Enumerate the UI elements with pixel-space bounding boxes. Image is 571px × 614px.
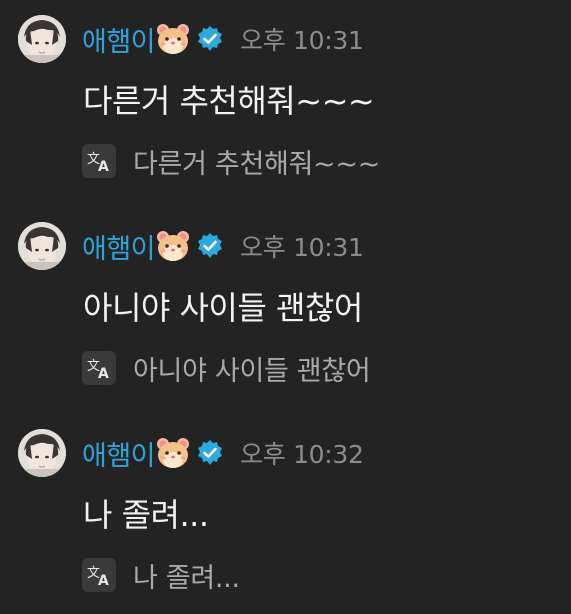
timestamp: 오후 10:31 — [240, 233, 364, 262]
translation-row[interactable]: 文 A 다른거 추천해줘~~~ — [82, 142, 380, 180]
message-text: 다른거 추천해줘~~~ — [83, 82, 375, 120]
avatar[interactable] — [18, 15, 66, 63]
verified-badge-icon — [196, 232, 224, 260]
chat-message: 애햄이 오후 10:31 다른거 추천해줘~~~ 文 A 다른거 추천해줘~~~ — [0, 0, 571, 200]
translated-text: 다른거 추천해줘~~~ — [133, 148, 381, 180]
translated-text: 아니야 사이들 괜찮어 — [133, 355, 371, 387]
svg-text:A: A — [98, 573, 109, 587]
svg-text:A: A — [98, 366, 109, 380]
avatar[interactable] — [18, 222, 66, 270]
translate-icon[interactable]: 文 A — [82, 558, 116, 592]
message-header: 애햄이 오후 10:31 — [82, 20, 364, 58]
hamster-face-icon — [156, 230, 190, 262]
translation-row[interactable]: 文 A 나 졸려... — [82, 556, 240, 594]
message-text: 나 졸려... — [83, 496, 209, 534]
author-name[interactable]: 애햄이 — [82, 227, 156, 266]
translated-text: 나 졸려... — [133, 562, 240, 594]
verified-badge-icon — [196, 25, 224, 53]
author-name[interactable]: 애햄이 — [82, 434, 156, 473]
hamster-face-icon — [156, 437, 190, 469]
message-header: 애햄이 오후 10:32 — [82, 434, 364, 472]
timestamp: 오후 10:31 — [240, 26, 364, 55]
verified-badge-icon — [196, 439, 224, 467]
translate-icon[interactable]: 文 A — [82, 351, 116, 385]
message-header: 애햄이 오후 10:31 — [82, 227, 364, 265]
hamster-face-icon — [156, 23, 190, 55]
chat-message: 애햄이 오후 10:32 나 졸려... 文 A 나 졸려... — [0, 414, 571, 614]
translate-icon[interactable]: 文 A — [82, 144, 116, 178]
timestamp: 오후 10:32 — [240, 440, 364, 469]
message-text: 아니야 사이들 괜찮어 — [83, 289, 363, 327]
chat-message: 애햄이 오후 10:31 아니야 사이들 괜찮어 文 A 아니야 사이들 괜찮어 — [0, 207, 571, 407]
author-name[interactable]: 애햄이 — [82, 20, 156, 59]
svg-text:A: A — [98, 159, 109, 173]
translation-row[interactable]: 文 A 아니야 사이들 괜찮어 — [82, 349, 371, 387]
avatar[interactable] — [18, 429, 66, 477]
